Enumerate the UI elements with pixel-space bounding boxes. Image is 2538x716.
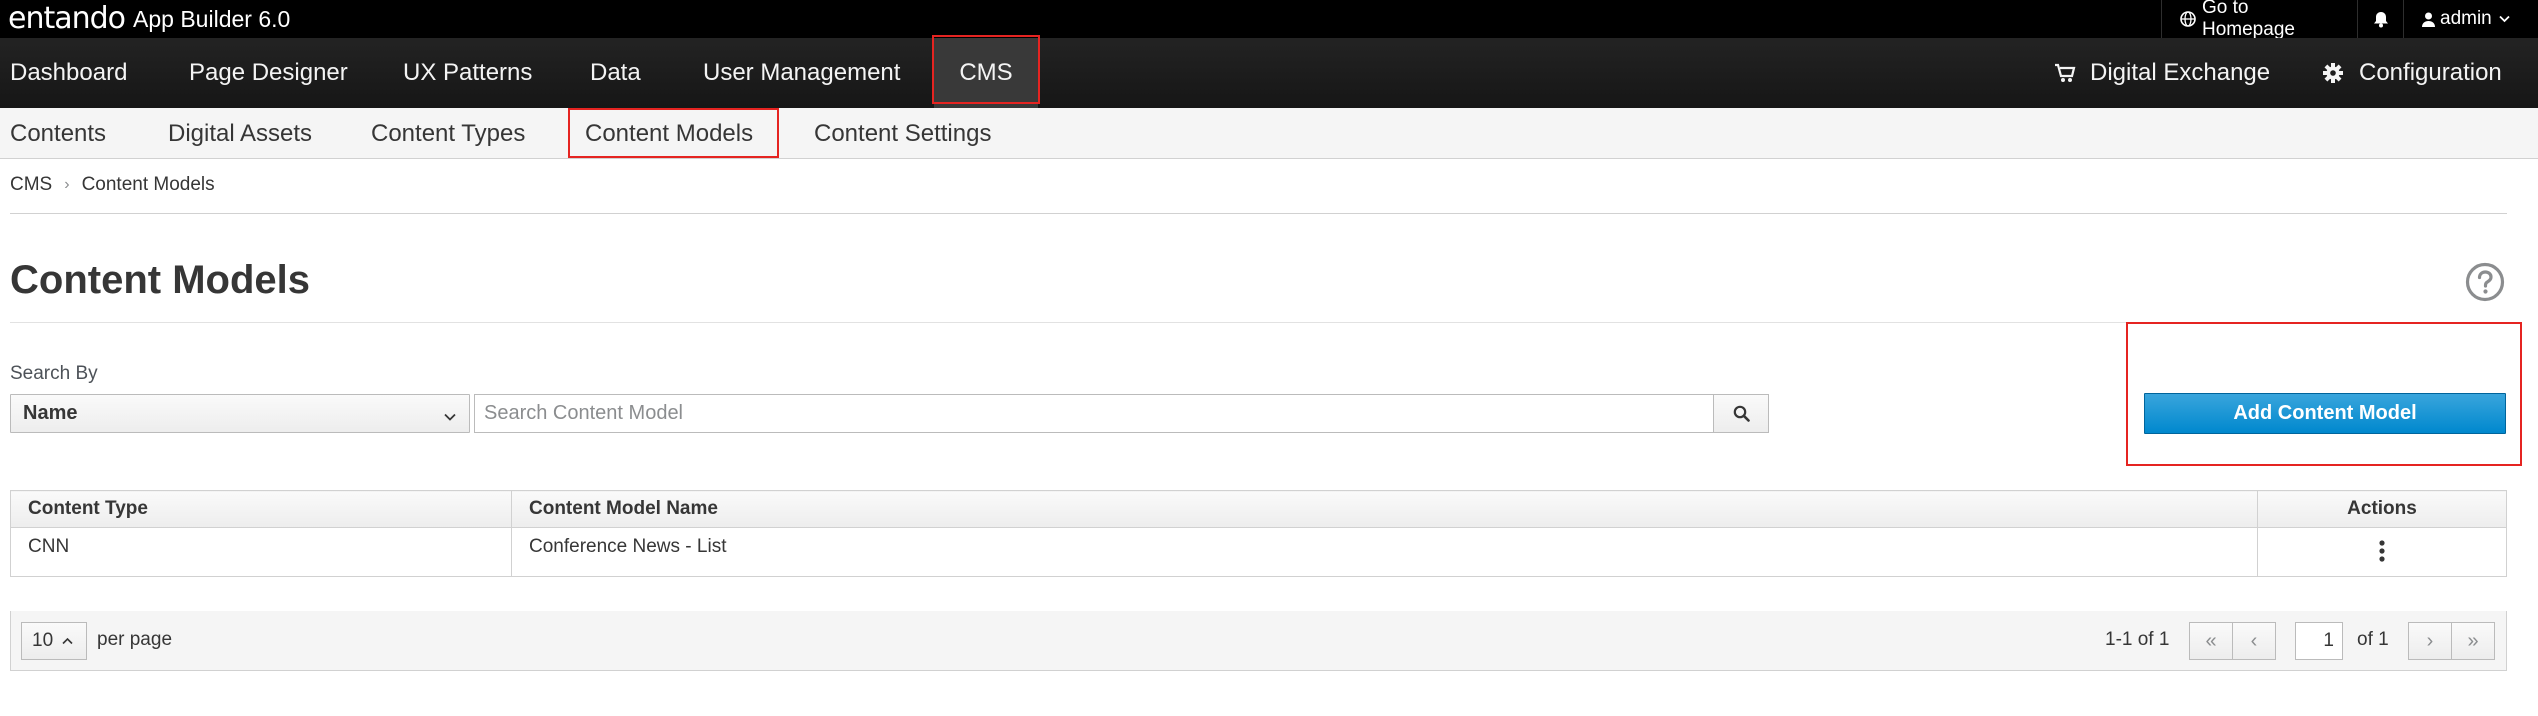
breadcrumb-current: Content Models [81,174,215,195]
cell-model-name: Conference News - List [511,527,2258,577]
gear-icon [2323,63,2343,83]
search-button[interactable] [1713,394,1769,433]
top-utility-bar: entando App Builder 6.0 Go to Homepage a… [0,0,2538,40]
notifications-button[interactable] [2357,0,2403,38]
subnav-content-models[interactable]: Content Models [585,108,753,159]
last-page-button[interactable]: » [2451,622,2495,660]
breadcrumb: CMS › Content Models [10,174,215,196]
nav-digital-exchange[interactable]: Digital Exchange [2054,38,2270,108]
kebab-menu-icon [2379,536,2385,562]
search-icon [1733,405,1750,422]
chevron-down-icon [443,407,457,421]
nav-page-designer[interactable]: Page Designer [189,38,348,108]
search-by-label: Search By [10,363,98,384]
nav-cms[interactable]: CMS [934,38,1038,108]
search-by-value: Name [23,402,78,424]
globe-icon [2180,11,2196,27]
next-page-button[interactable]: › [2408,622,2452,660]
chevron-right-icon: › [2426,629,2434,652]
current-page-input[interactable] [2295,622,2343,660]
nav-user-management[interactable]: User Management [703,38,900,108]
main-navigation: Dashboard Page Designer UX Patterns Data… [0,38,2538,108]
chevron-up-icon [62,637,73,645]
column-header-actions: Actions [2257,490,2507,528]
go-to-homepage-link[interactable]: Go to Homepage [2161,0,2357,40]
cart-icon [2054,63,2076,83]
content-models-table: Content Type Content Model Name Actions … [10,490,2507,577]
nav-data[interactable]: Data [590,38,641,108]
subnav-content-types[interactable]: Content Types [371,108,525,159]
page-title: Content Models [10,258,310,302]
per-page-value: 10 [32,630,54,651]
cell-content-type: CNN [10,527,512,577]
page-total-label: of 1 [2357,629,2389,650]
secondary-navigation: Contents Digital Assets Content Types Co… [0,108,2538,159]
table-header-row: Content Type Content Model Name Actions [10,490,2507,528]
double-chevron-right-icon: » [2467,629,2479,652]
subnav-digital-assets[interactable]: Digital Assets [168,108,312,159]
per-page-label: per page [97,629,173,650]
go-to-homepage-label: Go to Homepage [2202,0,2295,40]
nav-digital-exchange-label: Digital Exchange [2090,59,2271,86]
entando-logo: entando [8,1,126,36]
divider [10,213,2507,214]
divider [10,322,2507,323]
user-name: admin [2440,8,2492,29]
column-header-content-type: Content Type [10,490,512,528]
subnav-contents[interactable]: Contents [10,108,106,159]
column-header-model-name: Content Model Name [511,490,2258,528]
user-menu[interactable]: admin [2403,0,2538,38]
bell-icon [2373,11,2389,28]
nav-configuration-label: Configuration [2359,59,2502,86]
brand[interactable]: entando App Builder 6.0 [8,0,290,38]
add-content-model-button[interactable]: Add Content Model [2144,393,2506,434]
double-chevron-left-icon: « [2205,629,2217,652]
pagination-range: 1-1 of 1 [2105,629,2170,650]
search-input[interactable] [474,394,1714,433]
chevron-down-icon [2499,15,2510,23]
breadcrumb-root[interactable]: CMS [10,174,52,196]
previous-page-button[interactable]: ‹ [2232,622,2276,660]
nav-dashboard[interactable]: Dashboard [10,38,127,108]
table-row: CNN Conference News - List [10,527,2507,577]
help-icon[interactable] [2465,262,2505,302]
chevron-right-icon: › [64,176,70,193]
row-actions-menu[interactable] [2257,527,2507,577]
subnav-content-settings[interactable]: Content Settings [814,108,991,159]
user-icon [2422,12,2435,27]
nav-configuration[interactable]: Configuration [2323,38,2502,108]
chevron-left-icon: ‹ [2250,629,2258,652]
pagination-bar: 10 per page 1-1 of 1 « ‹ of 1 › » [10,611,2507,671]
nav-ux-patterns[interactable]: UX Patterns [403,38,532,108]
per-page-select[interactable]: 10 [21,622,87,660]
app-name: App Builder 6.0 [133,6,291,32]
search-by-select[interactable]: Name [10,394,470,433]
first-page-button[interactable]: « [2189,622,2233,660]
